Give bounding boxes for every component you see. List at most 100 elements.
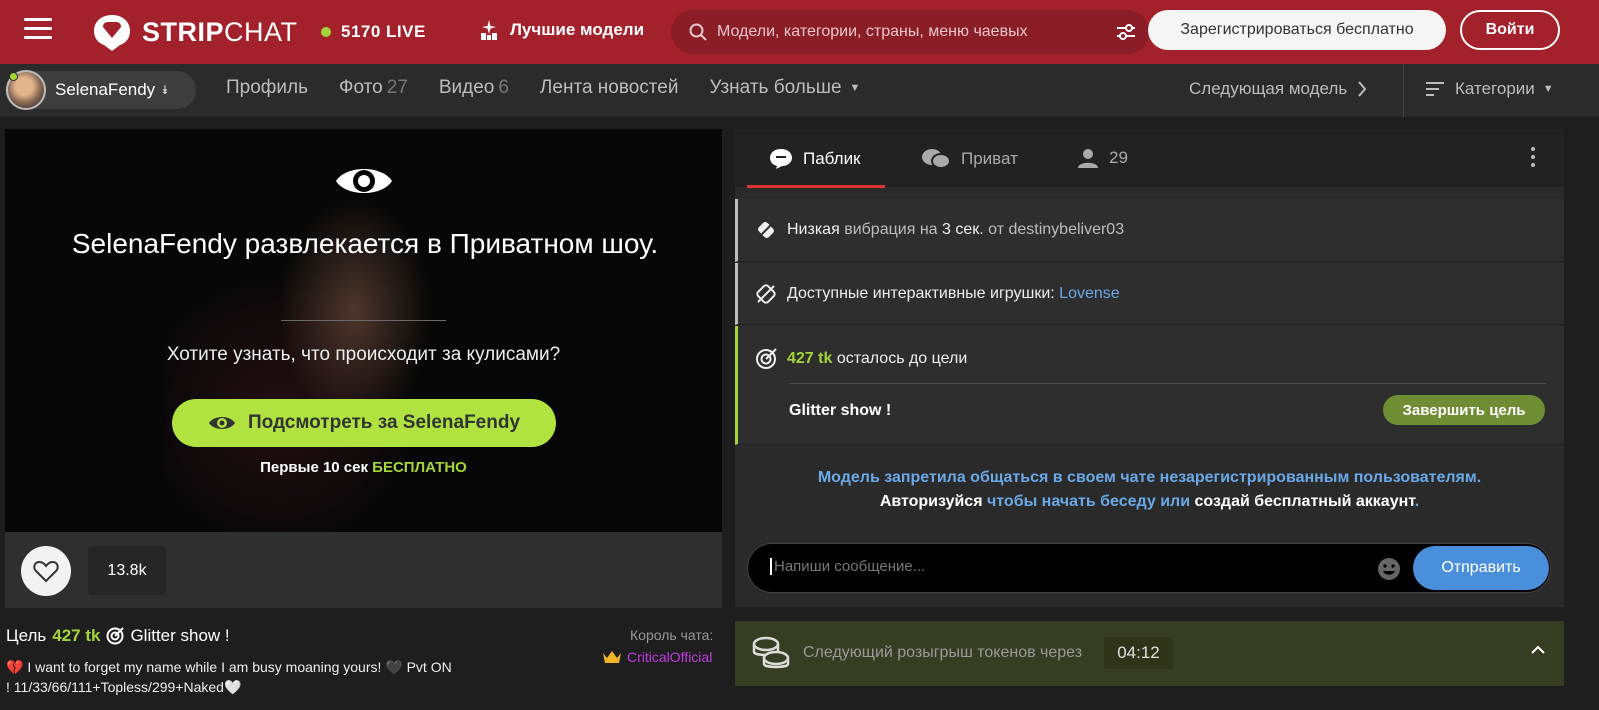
model-name: SelenaFendy (55, 80, 156, 99)
complete-goal-button[interactable]: Завершить цель (1383, 395, 1545, 425)
vibration-user: destinybeliver03 (1008, 221, 1125, 238)
emoji-icon[interactable] (1377, 557, 1401, 581)
create-account-link[interactable]: создай бесплатный аккаунт (1195, 493, 1415, 510)
token-giveaway-bar[interactable]: Следующий розыгрыш токенов через 04:12 (735, 621, 1564, 686)
vibration-icon (757, 221, 775, 239)
heart-icon (33, 560, 59, 583)
search-input[interactable] (717, 23, 1097, 41)
nav-video[interactable]: Видео 6 (439, 77, 509, 99)
chat-panel: Паблик Приват 29 Низкая вибрация на 3 се… (735, 129, 1564, 607)
peek-button-label: Подсмотреть за SelenaFendy (247, 412, 521, 433)
chat-event-toys: Доступные интерактивные игрушки: Lovense (735, 263, 1564, 325)
vibration-duration: 3 сек. (942, 221, 984, 238)
nav-more-label: Узнать больше (709, 77, 842, 98)
vibration-row: Низкая вибрация на 3 сек. от destinybeli… (755, 219, 1124, 241)
chat-king-name: CriticalOfficial (627, 649, 713, 665)
live-count-text: 5170 LIVE (341, 22, 426, 41)
next-model-link[interactable]: Следующая модель (1189, 79, 1367, 99)
sort-lines-icon (1426, 82, 1444, 96)
eye-icon (336, 169, 392, 193)
register-button[interactable]: Зарегистрироваться бесплатно (1148, 10, 1446, 50)
free-seconds-note: Первые 10 сек БЕСПЛАТНО (5, 459, 722, 476)
peek-button[interactable]: Подсмотреть за SelenaFendy (172, 399, 556, 447)
send-button[interactable]: Отправить (1413, 546, 1549, 590)
notice-line: Модель запретила общаться в своем чате н… (817, 469, 1482, 486)
best-models-label: Лучшие модели (510, 20, 645, 39)
user-icon (1078, 149, 1098, 168)
private-show-message: SelenaFendy развлекается в Приватном шоу… (71, 228, 659, 259)
toys-text: Доступные интерактивные игрушки: (787, 285, 1055, 302)
categories-dropdown[interactable]: Категории ▼ (1425, 79, 1554, 99)
menu-icon[interactable] (24, 18, 52, 44)
login-link[interactable]: Авторизуйся (880, 493, 983, 510)
description-line: ! 11/33/66/111+Topless/299+Naked🤍 (6, 679, 242, 695)
message-input[interactable] (770, 558, 1350, 575)
sparkles-icon (481, 20, 497, 40)
target-icon (106, 627, 125, 645)
chevron-up-icon[interactable] (1530, 645, 1546, 655)
nav-feed-label: Лента новостей (539, 77, 679, 98)
model-nav-links: Профиль Фото 27 Видео 6 Лента новостей Узн… (226, 77, 891, 99)
more-options-icon[interactable] (1531, 147, 1537, 171)
divider (1403, 64, 1404, 117)
private-chat-icon (922, 149, 951, 169)
login-button[interactable]: Войти (1460, 10, 1560, 50)
toys-row: Доступные интерактивные игрушки: Lovense (755, 283, 1120, 305)
tab-private[interactable]: Приват (921, 148, 1018, 170)
model-nav-bar: SelenaFendy ⯯ Профиль Фото 27 Видео 6 Лент… (0, 64, 1599, 117)
model-selector[interactable]: SelenaFendy ⯯ (5, 70, 196, 110)
live-dot-icon (321, 27, 331, 37)
chat-event-vibration: Низкая вибрация на 3 сек. от destinybeli… (735, 199, 1564, 262)
player-controls: 13.8k (5, 532, 722, 608)
chat-king-label: Король чата: (630, 627, 714, 643)
goal-summary: Цель 427 tk Glitter show ! (6, 626, 230, 646)
tab-public-label: Паблик (803, 149, 861, 168)
divider (281, 320, 446, 321)
eye-icon (208, 417, 235, 429)
video-player[interactable]: SelenaFendy развлекается в Приватном шоу… (5, 129, 722, 532)
double-chevron-down-icon: ⯯ (161, 82, 169, 97)
avatar (6, 70, 46, 110)
nav-profile[interactable]: Профиль (226, 77, 308, 99)
tab-users[interactable]: 29 (1077, 148, 1128, 168)
logo[interactable]: STRIPCHAT (92, 12, 298, 52)
nav-video-count: 6 (498, 77, 509, 98)
nav-photo[interactable]: Фото 27 (339, 77, 408, 99)
goal-title: Glitter show ! (789, 402, 892, 419)
nav-photo-count: 27 (386, 77, 408, 98)
categories-label: Категории (1455, 79, 1535, 98)
nav-feed[interactable]: Лента новостей (540, 77, 679, 99)
vibration-level: Низкая (787, 221, 840, 238)
chat-tabs: Паблик Приват 29 (735, 129, 1564, 188)
filter-icon[interactable] (1115, 21, 1137, 43)
giveaway-timer: 04:12 (1104, 637, 1173, 669)
toy-link[interactable]: Lovense (1059, 285, 1120, 303)
chat-restriction-notice: Модель запретила общаться в своем чате н… (735, 466, 1564, 514)
logo-text-bold: STRIP (142, 16, 225, 47)
tab-public[interactable]: Паблик (769, 148, 861, 170)
chevron-right-icon (1358, 81, 1367, 97)
chat-king[interactable]: CriticalOfficial (602, 649, 712, 665)
tab-private-label: Приват (961, 149, 1018, 168)
giveaway-text: Следующий розыгрыш токенов через (803, 644, 1083, 661)
best-models-link[interactable]: Лучшие модели (478, 19, 644, 41)
nav-profile-label: Профиль (226, 77, 309, 98)
caret-down-icon: ▼ (849, 81, 861, 94)
description-line: 💔 I want to forget my name while I am bu… (6, 659, 452, 675)
free-highlight: БЕСПЛАТНО (372, 459, 467, 476)
goal-remaining-tokens: 427 tk (787, 350, 833, 367)
search-bar[interactable] (671, 10, 1149, 54)
caret-down-icon: ▼ (1542, 83, 1554, 95)
like-button[interactable] (21, 546, 71, 596)
goal-row: 427 tk осталось до цели (755, 348, 967, 370)
message-composer: Отправить (747, 543, 1551, 593)
crown-icon (603, 651, 621, 663)
nav-more[interactable]: Узнать больше ▼ (709, 77, 860, 99)
top-bar: STRIPCHAT 5170 LIVE Лучшие модели Зареги… (0, 0, 1599, 64)
goal-remaining-text: осталось до цели (836, 350, 968, 367)
chat-bubble-icon (770, 149, 792, 169)
backstage-question: Хотите узнать, что происходит за кулисам… (166, 344, 561, 365)
active-tab-indicator (747, 185, 885, 188)
free-prefix: Первые 10 сек (260, 459, 368, 476)
live-counter[interactable]: 5170 LIVE (321, 22, 426, 42)
